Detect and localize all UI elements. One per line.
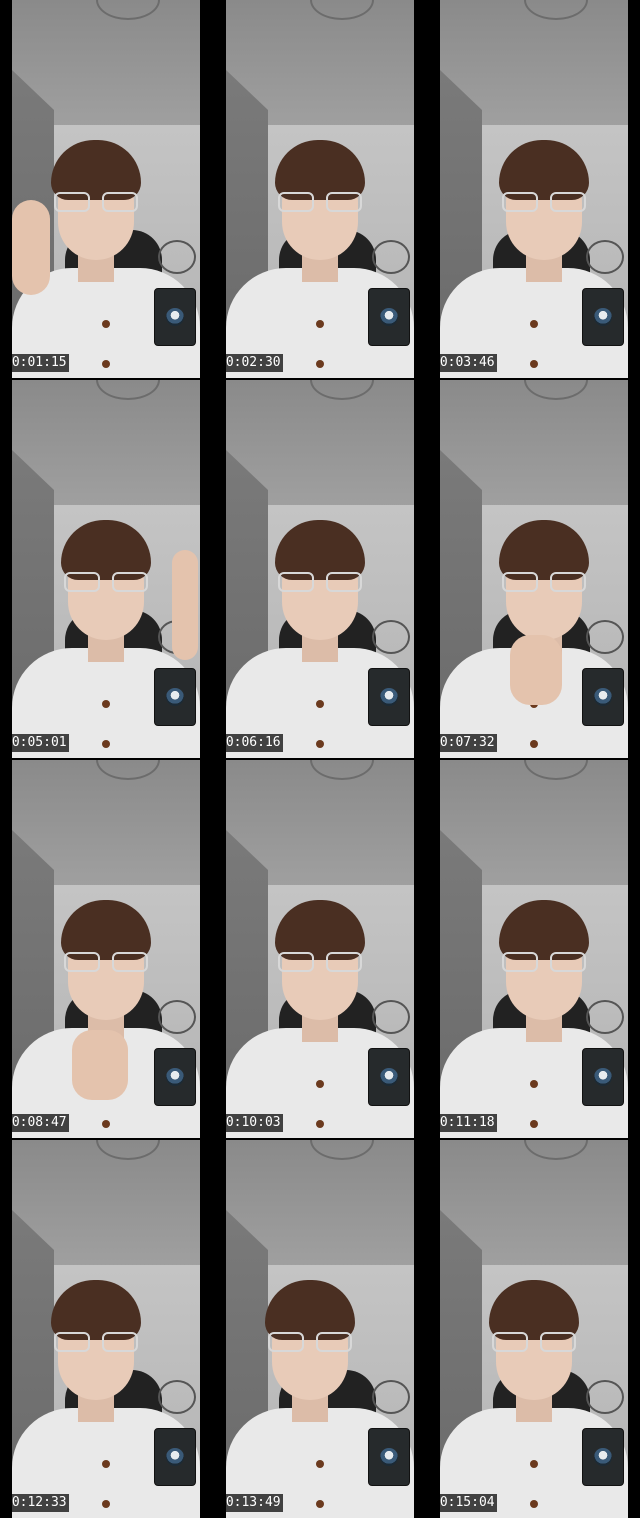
- shirt-button: [102, 360, 110, 368]
- microphone-stand: [586, 620, 624, 654]
- glasses: [278, 572, 362, 594]
- microphone-stand: [586, 1000, 624, 1034]
- frame-timestamp: 00:01:15: [12, 354, 69, 372]
- shirt-button: [530, 360, 538, 368]
- shirt-button: [530, 320, 538, 328]
- shirt-button: [316, 740, 324, 748]
- profile-badge: [582, 1428, 624, 1486]
- video-frame: 00:02:30: [226, 0, 414, 378]
- microphone-stand: [586, 1380, 624, 1414]
- microphone-stand: [158, 1000, 196, 1034]
- shirt-button: [530, 1500, 538, 1508]
- shirt-button: [316, 1460, 324, 1468]
- video-frame: 00:08:47: [12, 760, 200, 1138]
- shirt-button: [530, 1460, 538, 1468]
- frame-timestamp: 00:02:30: [226, 354, 283, 372]
- video-frame: 00:13:49: [226, 1140, 414, 1518]
- shirt-button: [316, 1120, 324, 1128]
- frame-timestamp: 00:05:01: [12, 734, 69, 752]
- shirt-button: [102, 1500, 110, 1508]
- microphone-stand: [158, 240, 196, 274]
- shirt-button: [316, 1500, 324, 1508]
- profile-badge: [368, 288, 410, 346]
- frame-grid: 00:01:15 00:02:30 00:03:46: [0, 0, 640, 1518]
- frame-timestamp: 00:07:32: [440, 734, 497, 752]
- shirt-button: [102, 1120, 110, 1128]
- profile-avatar-icon: [166, 308, 184, 326]
- video-frame: 00:15:04: [440, 1140, 628, 1518]
- video-frame: 00:05:01: [12, 380, 200, 758]
- microphone-stand: [372, 620, 410, 654]
- glasses: [278, 192, 362, 214]
- profile-badge: [582, 1048, 624, 1106]
- shirt-button: [102, 1460, 110, 1468]
- frame-timestamp: 00:15:04: [440, 1494, 497, 1512]
- shirt-button: [102, 320, 110, 328]
- shirt-button: [316, 700, 324, 708]
- profile-badge: [368, 1048, 410, 1106]
- profile-avatar-icon: [166, 688, 184, 706]
- hand: [172, 550, 198, 660]
- profile-badge: [368, 668, 410, 726]
- profile-badge: [368, 1428, 410, 1486]
- shirt-button: [530, 740, 538, 748]
- frame-timestamp: 00:03:46: [440, 354, 497, 372]
- glasses: [278, 952, 362, 974]
- video-frame: 00:10:03: [226, 760, 414, 1138]
- frame-timestamp: 00:12:33: [12, 1494, 69, 1512]
- shirt-button: [102, 700, 110, 708]
- glasses: [54, 192, 138, 214]
- video-frame: 00:06:16: [226, 380, 414, 758]
- shirt-button: [316, 1080, 324, 1088]
- profile-avatar-icon: [380, 308, 398, 326]
- video-frame: 00:11:18: [440, 760, 628, 1138]
- glasses: [502, 572, 586, 594]
- hand: [72, 1030, 128, 1100]
- glasses: [502, 192, 586, 214]
- profile-badge: [154, 668, 196, 726]
- microphone-stand: [372, 240, 410, 274]
- profile-avatar-icon: [166, 1448, 184, 1466]
- glasses: [268, 1332, 352, 1354]
- profile-avatar-icon: [594, 1448, 612, 1466]
- shirt-button: [530, 1080, 538, 1088]
- glasses: [492, 1332, 576, 1354]
- profile-badge: [154, 288, 196, 346]
- profile-avatar-icon: [594, 1068, 612, 1086]
- profile-badge: [582, 288, 624, 346]
- shirt-button: [530, 1120, 538, 1128]
- microphone-stand: [372, 1380, 410, 1414]
- glasses: [54, 1332, 138, 1354]
- profile-avatar-icon: [166, 1068, 184, 1086]
- microphone-stand: [158, 1380, 196, 1414]
- frame-timestamp: 00:11:18: [440, 1114, 497, 1132]
- profile-avatar-icon: [380, 1068, 398, 1086]
- glasses: [502, 952, 586, 974]
- frame-timestamp: 00:08:47: [12, 1114, 69, 1132]
- shirt-button: [102, 740, 110, 748]
- glasses: [64, 952, 148, 974]
- glasses: [64, 572, 148, 594]
- video-frame: 00:07:32: [440, 380, 628, 758]
- microphone-stand: [586, 240, 624, 274]
- profile-avatar-icon: [594, 688, 612, 706]
- microphone-stand: [372, 1000, 410, 1034]
- profile-avatar-icon: [594, 308, 612, 326]
- frame-timestamp: 00:06:16: [226, 734, 283, 752]
- hand: [510, 635, 562, 705]
- profile-badge: [154, 1428, 196, 1486]
- video-frame: 00:12:33: [12, 1140, 200, 1518]
- profile-badge: [582, 668, 624, 726]
- video-frame: 00:01:15: [12, 0, 200, 378]
- shirt-button: [316, 360, 324, 368]
- shirt-button: [316, 320, 324, 328]
- frame-timestamp: 00:10:03: [226, 1114, 283, 1132]
- hand: [12, 200, 50, 295]
- frame-timestamp: 00:13:49: [226, 1494, 283, 1512]
- profile-badge: [154, 1048, 196, 1106]
- video-frame: 00:03:46: [440, 0, 628, 378]
- profile-avatar-icon: [380, 1448, 398, 1466]
- profile-avatar-icon: [380, 688, 398, 706]
